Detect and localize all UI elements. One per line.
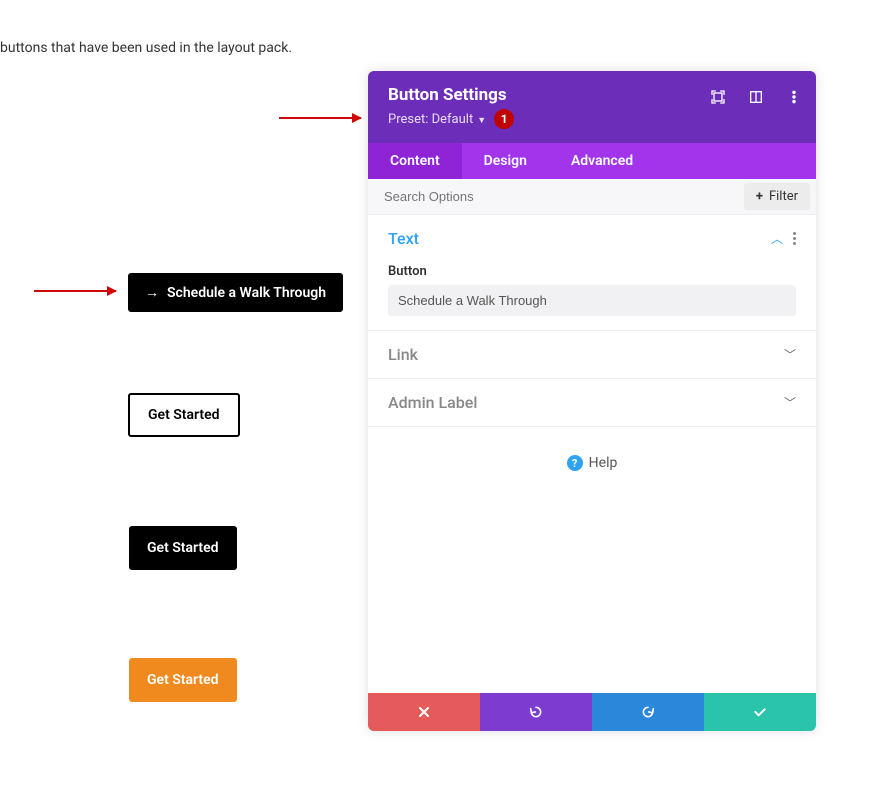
search-input[interactable] [368, 179, 738, 214]
check-icon [752, 704, 768, 720]
undo-icon [528, 704, 544, 720]
section-admin-label: Admin Label ﹀ [368, 379, 816, 427]
section-kebab-icon[interactable] [793, 232, 796, 245]
close-icon [416, 704, 432, 720]
schedule-walkthrough-button[interactable]: → Schedule a Walk Through [128, 273, 343, 312]
section-text: Text ︿ Button [368, 215, 816, 331]
help-row[interactable]: ? Help [368, 427, 816, 499]
caret-down-icon: ▼ [477, 115, 486, 126]
get-started-outline-label: Get Started [148, 407, 220, 423]
filter-button[interactable]: + Filter [744, 183, 810, 210]
button-settings-panel: Button Settings Preset: Default ▼ 1 Cont… [368, 71, 816, 731]
preset-label: Preset: Default [388, 112, 473, 127]
help-label: Help [589, 455, 618, 471]
get-started-outline-button[interactable]: Get Started [128, 393, 240, 437]
chevron-down-icon: ﹀ [784, 394, 796, 411]
arrow-right-icon: → [145, 284, 159, 301]
section-text-title: Text [388, 229, 419, 248]
redo-icon [640, 704, 656, 720]
tab-content[interactable]: Content [368, 143, 462, 179]
tab-design[interactable]: Design [462, 143, 549, 179]
plus-icon: + [756, 189, 763, 204]
tab-advanced[interactable]: Advanced [549, 143, 655, 179]
cancel-button[interactable] [368, 693, 480, 731]
intro-text: buttons that have been used in the layou… [0, 40, 292, 56]
panel-header: Button Settings Preset: Default ▼ 1 [368, 71, 816, 143]
kebab-icon[interactable] [786, 89, 802, 105]
panel-body: Text ︿ Button Link ﹀ Admin Label [368, 215, 816, 693]
save-button[interactable] [704, 693, 816, 731]
section-text-header[interactable]: Text ︿ [388, 229, 796, 248]
search-row: + Filter [368, 179, 816, 215]
section-link-header[interactable]: Link ﹀ [388, 345, 796, 364]
get-started-dark-button[interactable]: Get Started [129, 526, 237, 570]
button-field-label: Button [388, 264, 796, 279]
arrow-annotation-2 [34, 290, 116, 292]
preset-selector[interactable]: Preset: Default ▼ 1 [388, 109, 796, 129]
section-link: Link ﹀ [368, 331, 816, 379]
section-admin-label-title: Admin Label [388, 393, 477, 412]
filter-label: Filter [769, 189, 798, 204]
arrow-annotation-1 [279, 117, 361, 119]
get-started-dark-label: Get Started [147, 540, 219, 556]
section-admin-label-header[interactable]: Admin Label ﹀ [388, 393, 796, 412]
undo-button[interactable] [480, 693, 592, 731]
chevron-down-icon: ﹀ [784, 346, 796, 363]
get-started-orange-label: Get Started [147, 672, 219, 688]
help-icon: ? [567, 455, 583, 471]
chevron-up-icon: ︿ [771, 230, 783, 247]
panel-footer [368, 693, 816, 731]
button-text-input[interactable] [388, 285, 796, 316]
expand-icon[interactable] [710, 89, 726, 105]
get-started-orange-button[interactable]: Get Started [129, 658, 237, 702]
schedule-walkthrough-label: Schedule a Walk Through [167, 285, 326, 301]
columns-icon[interactable] [748, 89, 764, 105]
settings-tabs: Content Design Advanced [368, 143, 816, 179]
redo-button[interactable] [592, 693, 704, 731]
section-link-title: Link [388, 345, 418, 364]
step-badge: 1 [494, 109, 514, 129]
